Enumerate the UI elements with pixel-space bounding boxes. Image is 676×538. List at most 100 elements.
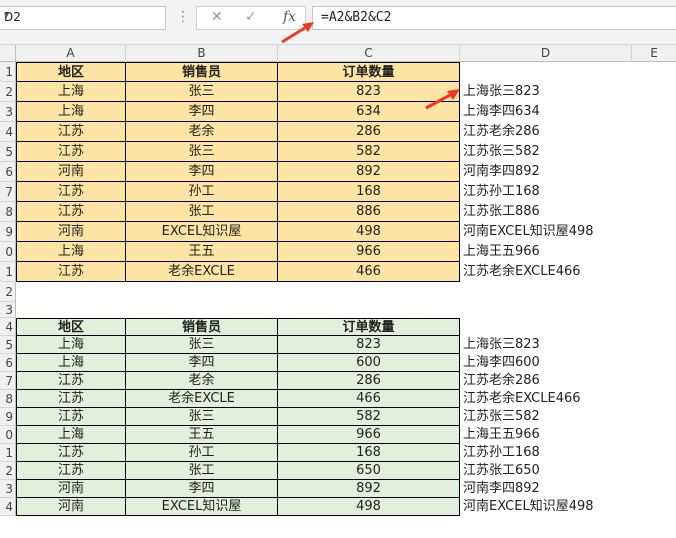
enter-icon[interactable]: ✓ [245,9,257,25]
table-cell[interactable]: 河南 [16,480,126,498]
table-cell[interactable]: 孙工 [126,182,278,202]
table-cell[interactable]: 498 [278,498,460,516]
table-cell[interactable]: 孙工 [126,444,278,462]
table-cell[interactable]: 168 [278,444,460,462]
column-header-c[interactable]: C [278,45,460,62]
row-header[interactable]: 4 [0,498,16,516]
row-header[interactable]: 2 [0,82,16,102]
table-cell[interactable]: EXCEL知识屋 [126,498,278,516]
table-cell[interactable]: 上海 [16,354,126,372]
table-cell[interactable]: 江苏 [16,142,126,162]
header-cell-qty[interactable]: 订单数量 [278,62,460,82]
table-cell[interactable]: 498 [278,222,460,242]
result-cell[interactable]: 江苏孙工168 [461,182,540,202]
result-cell[interactable]: 上海李四600 [461,354,540,372]
chevron-down-icon[interactable]: ▾ [4,10,161,21]
table-cell[interactable]: 江苏 [16,122,126,142]
table-cell[interactable]: 上海 [16,102,126,122]
table-cell[interactable]: 李四 [126,480,278,498]
header-cell-seller[interactable]: 销售员 [126,62,278,82]
row-header[interactable]: 9 [0,222,16,242]
formula-input[interactable]: =A2&B2&C2 [312,6,676,30]
result-cell[interactable]: 上海李四634 [461,102,540,122]
table-cell[interactable]: 966 [278,242,460,262]
column-header-d[interactable]: D [460,45,632,62]
select-all-corner[interactable] [0,45,16,62]
table-cell[interactable]: 张工 [126,202,278,222]
table-cell[interactable]: 江苏 [16,372,126,390]
row-header[interactable]: 9 [0,408,16,426]
row-header[interactable]: 3 [0,102,16,122]
table-cell[interactable]: 江苏 [16,408,126,426]
more-options-icon[interactable]: ⋮ [176,9,190,25]
table-cell[interactable]: 650 [278,462,460,480]
table-cell[interactable]: 823 [278,336,460,354]
table-cell[interactable]: 老余EXCLE [126,262,278,282]
table-cell[interactable]: 张三 [126,142,278,162]
table-cell[interactable]: 江苏 [16,444,126,462]
table-cell[interactable]: 上海 [16,336,126,354]
row-header[interactable]: 5 [0,142,16,162]
table-cell[interactable]: 286 [278,372,460,390]
table-cell[interactable]: 老余 [126,122,278,142]
table-cell[interactable]: 582 [278,408,460,426]
result-cell[interactable]: 江苏老余EXCLE466 [461,262,581,282]
table-cell[interactable]: 892 [278,162,460,182]
row-header[interactable]: 1 [0,444,16,462]
table-cell[interactable]: 李四 [126,354,278,372]
row-header[interactable]: 8 [0,390,16,408]
table-cell[interactable]: 466 [278,262,460,282]
result-cell[interactable]: 上海王五966 [461,242,540,262]
result-cell[interactable]: 上海张三823 [461,336,540,354]
row-header[interactable]: 4 [0,122,16,142]
table-cell[interactable]: EXCEL知识屋 [126,222,278,242]
table-cell[interactable]: 王五 [126,242,278,262]
row-header[interactable]: 6 [0,162,16,182]
cancel-icon[interactable]: ✕ [211,9,223,25]
table-cell[interactable]: 老余EXCLE [126,390,278,408]
table-cell[interactable]: 582 [278,142,460,162]
table-cell[interactable]: 张三 [126,82,278,102]
row-header[interactable]: 6 [0,354,16,372]
result-cell[interactable]: 河南EXCEL知识屋498 [461,498,594,516]
table-cell[interactable]: 王五 [126,426,278,444]
table-cell[interactable]: 李四 [126,102,278,122]
header-cell-region[interactable]: 地区 [16,318,126,336]
result-cell[interactable]: 江苏张三582 [461,142,540,162]
header-cell-qty[interactable]: 订单数量 [278,318,460,336]
column-header-a[interactable]: A [16,45,126,62]
result-cell[interactable]: 江苏老余286 [461,122,540,142]
result-cell[interactable]: 河南李四892 [461,162,540,182]
row-header[interactable]: 2 [0,282,16,302]
table-cell[interactable]: 河南 [16,162,126,182]
result-cell[interactable]: 江苏老余EXCLE466 [461,390,581,408]
result-cell[interactable]: 河南李四892 [461,480,540,498]
table-cell[interactable]: 江苏 [16,462,126,480]
table-cell[interactable]: 江苏 [16,390,126,408]
table-cell[interactable]: 286 [278,122,460,142]
table-cell[interactable]: 江苏 [16,202,126,222]
table-cell[interactable]: 张三 [126,336,278,354]
result-cell[interactable]: 江苏孙工168 [461,444,540,462]
table-cell[interactable]: 张工 [126,462,278,480]
table-cell[interactable]: 966 [278,426,460,444]
table-cell[interactable]: 老余 [126,372,278,390]
row-header[interactable]: 0 [0,426,16,444]
result-cell[interactable]: 河南EXCEL知识屋498 [461,222,594,242]
table-cell[interactable]: 江苏 [16,182,126,202]
table-cell[interactable]: 上海 [16,242,126,262]
table-cell[interactable]: 江苏 [16,262,126,282]
table-cell[interactable]: 河南 [16,498,126,516]
result-cell[interactable]: 江苏张工650 [461,462,540,480]
header-cell-seller[interactable]: 销售员 [126,318,278,336]
table-cell[interactable]: 河南 [16,222,126,242]
row-header[interactable]: 4 [0,318,16,336]
row-header[interactable]: 3 [0,480,16,498]
result-cell[interactable]: 江苏张工886 [461,202,540,222]
table-cell[interactable]: 168 [278,182,460,202]
table-cell[interactable]: 600 [278,354,460,372]
row-header[interactable]: 1 [0,262,16,282]
table-cell[interactable]: 张三 [126,408,278,426]
header-cell-region[interactable]: 地区 [16,62,126,82]
result-cell[interactable]: 江苏张三582 [461,408,540,426]
